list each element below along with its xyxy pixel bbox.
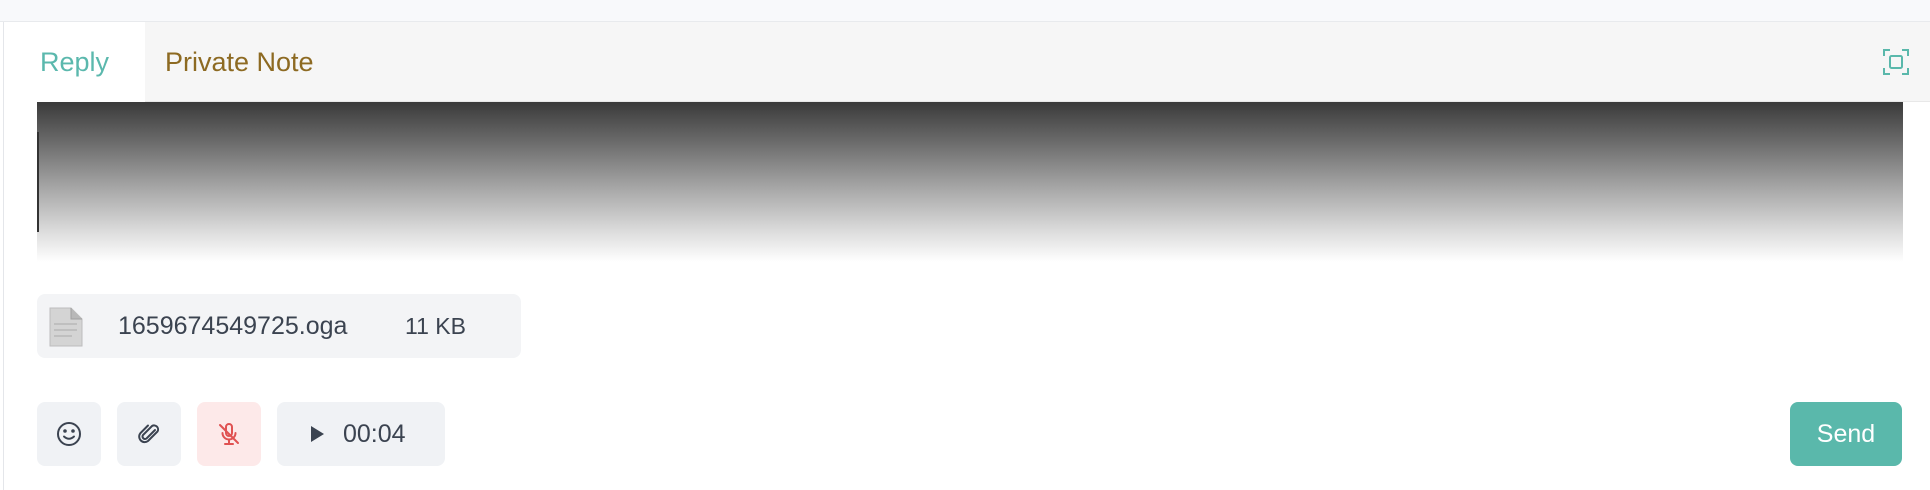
text-caret <box>37 132 39 232</box>
attachment-file-name: 1659674549725.oga <box>118 312 348 340</box>
recording-timer: 00:04 <box>343 419 406 448</box>
tab-private-note[interactable]: Private Note <box>145 22 325 103</box>
emoji-button[interactable] <box>37 402 101 466</box>
tab-reply-label: Reply <box>39 47 110 77</box>
play-icon <box>311 426 324 442</box>
top-strip <box>0 0 1930 22</box>
send-button-label: Send <box>1816 419 1876 448</box>
attachment-file-size: 11 KB <box>405 313 466 339</box>
send-button[interactable]: Send <box>1790 402 1902 466</box>
microphone-off-icon <box>219 423 239 445</box>
tab-reply[interactable]: Reply <box>4 22 145 103</box>
message-editor[interactable] <box>37 102 1903 262</box>
reply-box: Reply Private Note 1659674549725.oga 11 … <box>3 22 1930 490</box>
file-document-icon <box>49 307 83 347</box>
paperclip-icon <box>138 424 160 444</box>
expand-icon[interactable] <box>1881 47 1911 77</box>
attachment-item: 1659674549725.oga 11 KB <box>37 294 521 358</box>
record-audio-button[interactable] <box>197 402 261 466</box>
attach-file-button[interactable] <box>117 402 181 466</box>
play-recording-button[interactable]: 00:04 <box>277 402 445 466</box>
reply-tab-bar: Reply Private Note <box>4 22 1930 103</box>
emoji-icon <box>57 422 81 446</box>
tab-private-note-label: Private Note <box>165 47 314 77</box>
